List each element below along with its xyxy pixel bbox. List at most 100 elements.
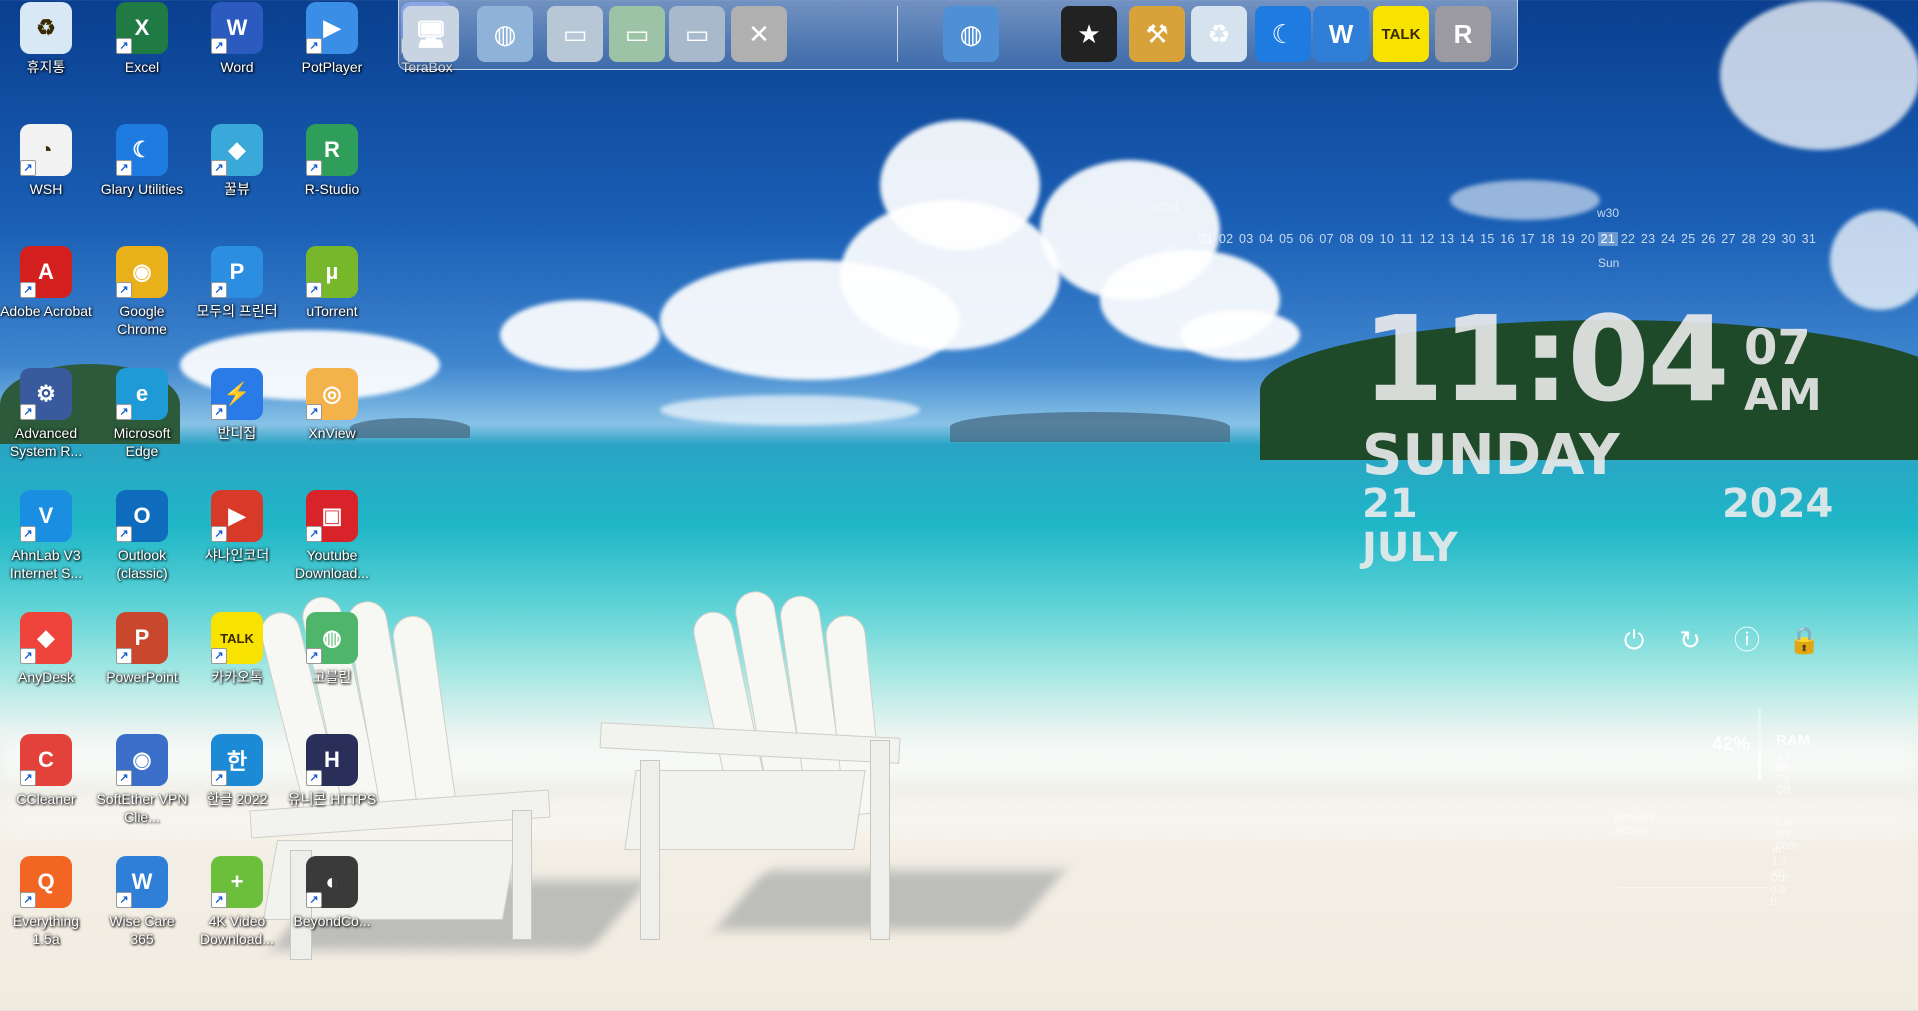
desktop-icon-potplayer[interactable]: ▶ ↗ PotPlayer — [286, 2, 378, 76]
calendar-day: 09 — [1359, 232, 1375, 246]
desktop-icon-everything[interactable]: Q ↗ Everything 1.5a — [0, 856, 92, 948]
desktop-icon-label: Outlook (classic) — [116, 547, 168, 581]
anydesk-icon: ◆ ↗ — [20, 612, 72, 664]
desktop-icon-powerpoint[interactable]: P ↗ PowerPoint — [96, 612, 188, 686]
dock-folder-downloads-icon[interactable]: ▭ — [609, 6, 665, 62]
desktop-icon-adobe-acrobat[interactable]: A ↗ Adobe Acrobat — [0, 246, 92, 320]
calendar-day: 25 — [1681, 232, 1696, 246]
desktop-icon-anydesk[interactable]: ◆ ↗ AnyDesk — [0, 612, 92, 686]
dock-hammer-icon[interactable]: ⚒ — [1129, 6, 1185, 62]
dock-r-studio-icon[interactable]: R — [1435, 6, 1491, 62]
dock-separator — [897, 6, 898, 62]
shortcut-arrow-icon: ↗ — [116, 648, 132, 664]
calendar-day: 24 — [1660, 232, 1676, 246]
gobulrin-icon: ◍ ↗ — [306, 612, 358, 664]
dock-tshirt-icon[interactable]: ★ — [1061, 6, 1117, 62]
shortcut-arrow-icon: ↗ — [20, 770, 36, 786]
desktop-icon-unicorn-https[interactable]: H ↗ 유니콘 HTTPS — [286, 734, 378, 808]
calendar-day: 03 — [1238, 232, 1254, 246]
dock-glary-icon[interactable]: ☾ — [1255, 6, 1311, 62]
shutdown-icon[interactable]: ⏻ — [1618, 624, 1650, 656]
desktop-icon-label: AnyDesk — [17, 669, 75, 685]
clock-seconds: 07 — [1744, 320, 1811, 376]
bandizip-icon: ⚡ ↗ — [211, 368, 263, 420]
desktop-icon-kkulbyu[interactable]: ◆ ↗ 꿀뷰 — [191, 124, 283, 198]
shortcut-arrow-icon: ↗ — [20, 648, 36, 664]
shortcut-arrow-icon: ↗ — [211, 38, 227, 54]
desktop-icon-word[interactable]: W ↗ Word — [191, 2, 283, 76]
lock-icon[interactable]: 🔒 — [1788, 624, 1820, 656]
desktop-icon-utorrent[interactable]: µ ↗ uTorrent — [286, 246, 378, 320]
restart-icon[interactable]: ↻ — [1674, 624, 1706, 656]
desktop-icon-wsh[interactable]: ◔ ↗ WSH — [0, 124, 92, 198]
calendar-day: 23 — [1640, 232, 1656, 246]
desktop-icon-bandizip[interactable]: ⚡ ↗ 반디집 — [191, 368, 283, 442]
calendar-day: 14 — [1460, 232, 1475, 246]
desktop-icon-softether-vpn[interactable]: ◉ ↗ SoftEther VPN Clie... — [96, 734, 188, 826]
shortcut-arrow-icon: ↗ — [20, 282, 36, 298]
dock-globe-icon[interactable]: ◍ — [943, 6, 999, 62]
calendar-day: 19 — [1560, 232, 1575, 246]
calendar-day: 11 — [1400, 232, 1414, 246]
desktop-icon-4k-video-downloader[interactable]: + ↗ 4K Video Download... — [191, 856, 283, 948]
desktop-icon-microsoft-edge[interactable]: e ↗ Microsoft Edge — [96, 368, 188, 460]
calendar-days: 01 02 03 04 05 06 07 08 09 10 11 12 13 14 15 16 17 18 19 20… — [1196, 232, 1819, 246]
desktop-icon-label: Microsoft Edge — [113, 425, 171, 459]
outlook-classic-icon: O ↗ — [116, 490, 168, 542]
kkulbyu-icon: ◆ ↗ — [211, 124, 263, 176]
calendar-day: 15 — [1480, 232, 1495, 246]
clock-day: SUNDAY — [1362, 423, 1620, 488]
shortcut-arrow-icon: ↗ — [116, 38, 132, 54]
excel-icon: X ↗ — [116, 2, 168, 54]
shortcut-arrow-icon: ↗ — [306, 648, 322, 664]
google-chrome-icon: ◉ ↗ — [116, 246, 168, 298]
shortcut-arrow-icon: ↗ — [306, 770, 322, 786]
shortcut-arrow-icon: ↗ — [20, 160, 36, 176]
desktop-icon-label: 샤나인코더 — [204, 547, 270, 563]
desktop-icon-excel[interactable]: X ↗ Excel — [96, 2, 188, 76]
desktop-icon-ccleaner[interactable]: C ↗ CCleaner — [0, 734, 92, 808]
calendar-day: 12 — [1419, 232, 1435, 246]
desktop-icon-advanced-system-repair[interactable]: ⚙ ↗ Advanced System R... — [0, 368, 92, 460]
desktop-icon-kakaotalk[interactable]: TALK ↗ 카카오톡 — [191, 612, 283, 686]
desktop-icon-label: R-Studio — [304, 181, 360, 197]
desktop-icon-gobulrin[interactable]: ◍ ↗ 고블린 — [286, 612, 378, 686]
desktop-icon-hangul-2022[interactable]: 한 ↗ 한글 2022 — [191, 734, 283, 808]
desktop-icon-outlook-classic[interactable]: O ↗ Outlook (classic) — [96, 490, 188, 582]
dock-network-icon[interactable]: ◍ — [477, 6, 533, 62]
desktop-icon-shana-encoder[interactable]: ▶ ↗ 샤나인코더 — [191, 490, 283, 564]
calendar-day: 16 — [1500, 232, 1515, 246]
logoff-icon[interactable]: ⓘ — [1731, 624, 1763, 656]
dock-folder-docs-icon[interactable]: ▭ — [547, 6, 603, 62]
desktop-icon-google-chrome[interactable]: ◉ ↗ Google Chrome — [96, 246, 188, 338]
desktop-icon-label: BeyondCo... — [293, 913, 371, 929]
utorrent-icon: µ ↗ — [306, 246, 358, 298]
desktop-icon-youtube-downloader[interactable]: ▣ ↗ Youtube Download... — [286, 490, 378, 582]
desktop-icon-glary-utilities[interactable]: ☾ ↗ Glary Utilities — [96, 124, 188, 198]
desktop-icon-recycle-bin[interactable]: ♻ 휴지통 — [0, 2, 92, 76]
potplayer-icon: ▶ ↗ — [306, 2, 358, 54]
desktop-icon-beyond-compare[interactable]: ◐ ↗ BeyondCo... — [286, 856, 378, 930]
desktop-icon-ahnlab-v3[interactable]: V ↗ AhnLab V3 Internet S... — [0, 490, 92, 582]
desktop-icon-label: Google Chrome — [117, 303, 167, 337]
dock-kakaotalk-icon[interactable]: TALK — [1373, 6, 1429, 62]
dock-computer-icon[interactable]: 🖥 — [403, 6, 459, 62]
desktop-icon-label: SoftEther VPN Clie... — [96, 791, 188, 825]
desktop-icon-xnview[interactable]: ◎ ↗ XnView — [286, 368, 378, 442]
desktop-icon-label: Glary Utilities — [100, 181, 184, 197]
clock-ampm: AM — [1744, 370, 1822, 421]
dock-folder-pictures-icon[interactable]: ▭ — [669, 6, 725, 62]
dock-recycle-icon[interactable]: ♻ — [1191, 6, 1247, 62]
calendar-day: 05 — [1279, 232, 1294, 246]
calendar-day: 29 — [1761, 232, 1776, 246]
dock-wise-icon[interactable]: W — [1313, 6, 1369, 62]
network-title: Network Activity — [1614, 812, 1655, 836]
calendar-day: 20 — [1580, 232, 1596, 246]
desktop-icon-modu-printer[interactable]: P ↗ 모두의 프린터 — [191, 246, 283, 320]
dock-tools-icon[interactable]: ✕ — [731, 6, 787, 62]
wsh-icon: ◔ ↗ — [20, 124, 72, 176]
unicorn-https-icon: H ↗ — [306, 734, 358, 786]
shortcut-arrow-icon: ↗ — [211, 160, 227, 176]
desktop-icon-r-studio[interactable]: R ↗ R-Studio — [286, 124, 378, 198]
desktop-icon-wise-care-365[interactable]: W ↗ Wise Care 365 — [96, 856, 188, 948]
